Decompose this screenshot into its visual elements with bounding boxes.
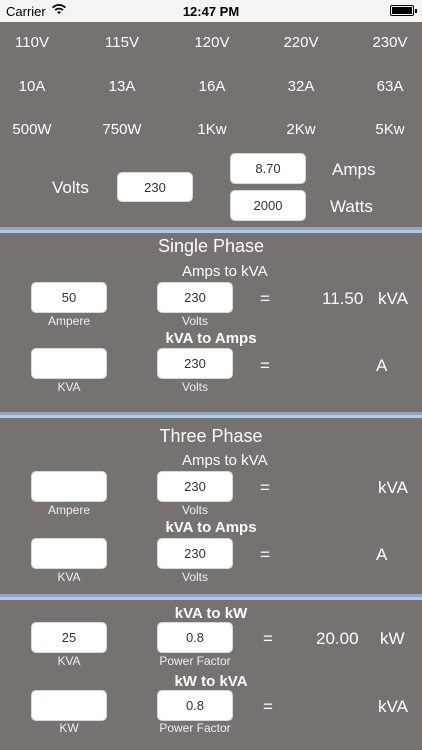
watt-preset-5kw[interactable]: 5Kw xyxy=(355,121,422,138)
power-kva-input[interactable]: 25 xyxy=(31,622,107,653)
three-ampere-input[interactable] xyxy=(31,471,107,502)
three-volts-label: Volts xyxy=(181,503,208,517)
single-ampere-label: Ampere xyxy=(47,314,91,328)
kw-unit: kW xyxy=(380,629,405,648)
amp-preset-13[interactable]: 13A xyxy=(87,78,157,95)
three-kva-to-amps-title: kVA to Amps xyxy=(165,519,257,536)
volts-label: Volts xyxy=(52,178,89,197)
volt-preset-120[interactable]: 120V xyxy=(177,34,247,51)
volt-preset-115[interactable]: 115V xyxy=(87,34,157,51)
three-amps-to-kva-title: Amps to kVA xyxy=(182,452,268,469)
watts-input[interactable]: 2000 xyxy=(230,190,306,221)
watt-preset-750[interactable]: 750W xyxy=(87,121,157,138)
three-volts-input-2[interactable]: 230 xyxy=(157,538,233,569)
single-volts-input[interactable]: 230 xyxy=(157,282,233,313)
three-volts-label-2: Volts xyxy=(181,570,208,584)
watt-preset-500[interactable]: 500W xyxy=(0,121,67,138)
single-equals-2: = xyxy=(260,356,270,375)
power-factor-label: Power Factor xyxy=(159,654,231,668)
single-volts-input-2[interactable]: 230 xyxy=(157,348,233,379)
amp-preset-32[interactable]: 32A xyxy=(266,78,336,95)
power-kva-label: KVA xyxy=(57,654,81,668)
single-ampere-input[interactable]: 50 xyxy=(31,282,107,313)
volt-preset-220[interactable]: 220V xyxy=(266,34,336,51)
single-phase-title: Single Phase xyxy=(157,236,265,256)
single-equals-1: = xyxy=(260,289,270,308)
three-kva-input[interactable] xyxy=(31,538,107,569)
watts-label: Watts xyxy=(330,197,373,216)
three-equals-1: = xyxy=(260,478,270,497)
power-equals-1: = xyxy=(263,629,273,648)
single-kva-result: 11.50 xyxy=(322,289,364,308)
amp-preset-63[interactable]: 63A xyxy=(355,78,422,95)
status-time: 12:47 PM xyxy=(182,4,240,19)
power-factor-input-2[interactable]: 0.8 xyxy=(157,690,233,721)
three-kva-unit: kVA xyxy=(378,478,408,497)
kva-unit-2: kVA xyxy=(378,697,408,716)
watt-preset-1kw[interactable]: 1Kw xyxy=(177,121,247,138)
three-amps-unit: A xyxy=(376,545,388,564)
single-volts-label-2: Volts xyxy=(181,380,208,394)
volt-preset-110[interactable]: 110V xyxy=(0,34,67,51)
power-factor-label-2: Power Factor xyxy=(159,721,231,735)
power-equals-2: = xyxy=(263,697,273,716)
volt-preset-230[interactable]: 230V xyxy=(355,34,422,51)
single-amps-to-kva-title: Amps to kVA xyxy=(182,263,268,280)
three-volts-input[interactable]: 230 xyxy=(157,471,233,502)
power-factor-input[interactable]: 0.8 xyxy=(157,622,233,653)
kva-to-kw-title: kVA to kW xyxy=(174,605,248,622)
amp-preset-10[interactable]: 10A xyxy=(0,78,67,95)
amps-input[interactable]: 8.70 xyxy=(230,153,306,184)
single-kva-unit: kVA xyxy=(378,289,408,308)
battery-icon xyxy=(390,5,417,16)
single-volts-label: Volts xyxy=(181,314,208,328)
amp-preset-16[interactable]: 16A xyxy=(177,78,247,95)
power-kw-label: KW xyxy=(59,721,79,735)
single-kva-label: KVA xyxy=(57,380,81,394)
watt-preset-2kw[interactable]: 2Kw xyxy=(266,121,336,138)
single-kva-to-amps-title: kVA to Amps xyxy=(165,330,257,347)
three-phase-title: Three Phase xyxy=(159,426,263,446)
three-ampere-label: Ampere xyxy=(47,503,91,517)
kw-to-kva-title: kW to kVA xyxy=(174,673,248,690)
status-bar: Carrier 12:47 PM xyxy=(0,0,422,22)
three-equals-2: = xyxy=(260,545,270,564)
volts-input[interactable]: 230 xyxy=(117,172,193,202)
single-kva-input[interactable] xyxy=(31,348,107,379)
three-kva-label: KVA xyxy=(57,570,81,584)
power-kw-input[interactable] xyxy=(31,690,107,721)
amps-label: Amps xyxy=(332,160,376,179)
single-amps-unit: A xyxy=(376,356,388,375)
kw-result: 20.00 xyxy=(316,629,359,648)
